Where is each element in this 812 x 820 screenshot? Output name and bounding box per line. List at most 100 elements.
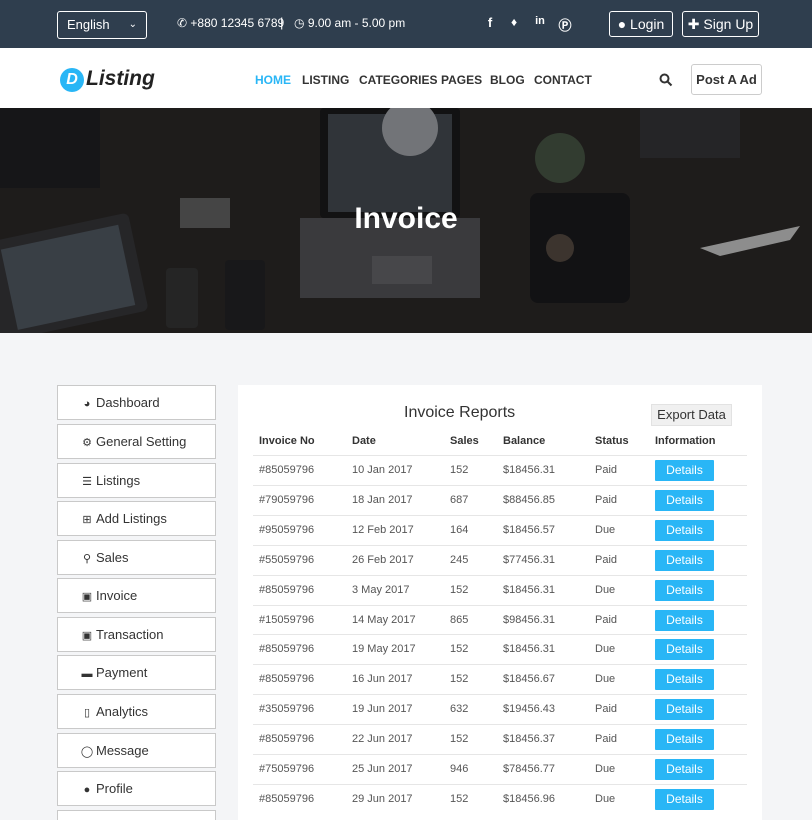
sidebar-item-profile[interactable]: ● Profile: [57, 771, 216, 806]
plus-square-icon: ⊞: [82, 514, 92, 526]
cell-sales: 152: [450, 643, 469, 655]
linkedin-icon[interactable]: in: [532, 15, 548, 27]
cell-status: Due: [595, 673, 616, 685]
signup-label: Sign Up: [703, 16, 754, 32]
column-header-balance: Balance: [503, 435, 546, 447]
nav-categories[interactable]: CATEGORIES: [359, 73, 437, 87]
table-row-divider: [253, 754, 747, 755]
search-icon[interactable]: [659, 73, 673, 87]
cell-balance: $98456.31: [503, 614, 555, 626]
cell-date: 3 May 2017: [352, 584, 410, 596]
cell-status: Paid: [595, 554, 618, 566]
sidebar-item-add-listings[interactable]: ⊞ Add Listings: [57, 501, 216, 536]
logo-icon[interactable]: D: [60, 68, 84, 92]
column-header-invoice-no: Invoice No: [259, 435, 315, 447]
cell-status: Paid: [595, 494, 618, 506]
sidebar-item-sales[interactable]: ⚲ Sales: [57, 540, 216, 575]
cell-sales: 687: [450, 494, 469, 506]
cell-date: 10 Jan 2017: [352, 464, 413, 476]
details-button[interactable]: Details: [655, 759, 714, 780]
cell-invoice-no: #85059796: [259, 464, 315, 476]
money-icon: ▣: [81, 630, 93, 642]
details-button[interactable]: Details: [655, 699, 714, 720]
login-button[interactable]: ● Login: [609, 11, 673, 37]
logo-text[interactable]: Listing: [86, 67, 155, 91]
login-label: Login: [630, 16, 665, 32]
details-button[interactable]: Details: [655, 669, 714, 690]
cell-balance: $77456.31: [503, 554, 555, 566]
sidebar-item-analytics[interactable]: ▯ Analytics: [57, 694, 216, 729]
cell-sales: 152: [450, 793, 469, 805]
cell-date: 22 Jun 2017: [352, 733, 413, 745]
cell-balance: $88456.85: [503, 494, 555, 506]
cell-status: Paid: [595, 703, 618, 715]
cell-invoice-no: #85059796: [259, 733, 315, 745]
cell-sales: 245: [450, 554, 469, 566]
details-button[interactable]: Details: [655, 639, 714, 660]
details-button[interactable]: Details: [655, 550, 714, 571]
sidebar-item-listings[interactable]: ☰ Listings: [57, 463, 216, 498]
details-button[interactable]: Details: [655, 610, 714, 631]
nav-listing[interactable]: LISTING: [302, 73, 349, 87]
table-row-divider: [253, 545, 747, 546]
table-row-divider: [253, 515, 747, 516]
sidebar-item-transaction[interactable]: ▣ Transaction: [57, 617, 216, 652]
sidebar-item-next[interactable]: [57, 810, 216, 820]
phone-icon: ✆: [177, 16, 188, 30]
details-button[interactable]: Details: [655, 490, 714, 511]
nav-home[interactable]: HOME: [255, 73, 291, 87]
sidebar-item-general-setting[interactable]: ⚙ General Setting: [57, 424, 216, 459]
twitter-icon[interactable]: ♦: [506, 15, 522, 29]
cell-invoice-no: #85059796: [259, 673, 315, 685]
cell-balance: $18456.67: [503, 673, 555, 685]
column-header-sales: Sales: [450, 435, 479, 447]
signup-button[interactable]: ✚ Sign Up: [682, 11, 759, 37]
nav-contact[interactable]: CONTACT: [534, 73, 592, 87]
details-button[interactable]: Details: [655, 460, 714, 481]
sidebar-item-label: Message: [96, 743, 149, 758]
table-row-divider: [253, 605, 747, 606]
nav-blog[interactable]: BLOG: [490, 73, 525, 87]
hours-info: ◷ 9.00 am - 5.00 pm: [294, 16, 405, 30]
cell-balance: $18456.37: [503, 733, 555, 745]
cell-status: Due: [595, 524, 616, 536]
cell-invoice-no: #95059796: [259, 524, 315, 536]
sidebar-item-payment[interactable]: ▬ Payment: [57, 655, 216, 690]
plus-icon: ✚: [687, 16, 700, 32]
pinterest-icon[interactable]: Ⓟ: [557, 15, 573, 34]
sidebar-item-invoice[interactable]: ▣ Invoice: [57, 578, 216, 613]
cell-date: 26 Feb 2017: [352, 554, 414, 566]
table-row-divider: [253, 575, 747, 576]
language-select[interactable]: English ⌄: [57, 11, 147, 39]
cell-date: 29 Jun 2017: [352, 793, 413, 805]
details-button[interactable]: Details: [655, 789, 714, 810]
sidebar-item-dashboard[interactable]: ◕ Dashboard: [57, 385, 216, 420]
cell-status: Due: [595, 793, 616, 805]
sidebar-item-label: Listings: [96, 473, 141, 488]
column-header-information: Information: [655, 435, 716, 447]
nav-pages[interactable]: PAGES: [441, 73, 482, 87]
export-data-button[interactable]: Export Data: [651, 404, 732, 426]
cell-invoice-no: #15059796: [259, 614, 315, 626]
cell-balance: $18456.31: [503, 584, 555, 596]
facebook-icon[interactable]: f: [482, 15, 498, 30]
details-button[interactable]: Details: [655, 729, 714, 750]
post-ad-button[interactable]: Post A Ad: [691, 64, 762, 95]
phone-info: ✆ +880 12345 6789: [177, 16, 284, 30]
business-hours: 9.00 am - 5.00 pm: [307, 16, 406, 30]
sidebar-item-label: Invoice: [96, 588, 138, 603]
cell-balance: $18456.96: [503, 793, 555, 805]
sidebar-item-label: Analytics: [96, 704, 149, 719]
phone-number: +880 12345 6789: [190, 16, 285, 30]
cell-balance: $78456.77: [503, 763, 555, 775]
cell-date: 12 Feb 2017: [352, 524, 414, 536]
cell-balance: $19456.43: [503, 703, 555, 715]
cell-status: Due: [595, 584, 616, 596]
cell-sales: 152: [450, 673, 469, 685]
sidebar-item-message[interactable]: ◯ Message: [57, 733, 216, 768]
table-row-divider: [253, 784, 747, 785]
cell-date: 14 May 2017: [352, 614, 416, 626]
cell-sales: 164: [450, 524, 469, 536]
details-button[interactable]: Details: [655, 520, 714, 541]
details-button[interactable]: Details: [655, 580, 714, 601]
